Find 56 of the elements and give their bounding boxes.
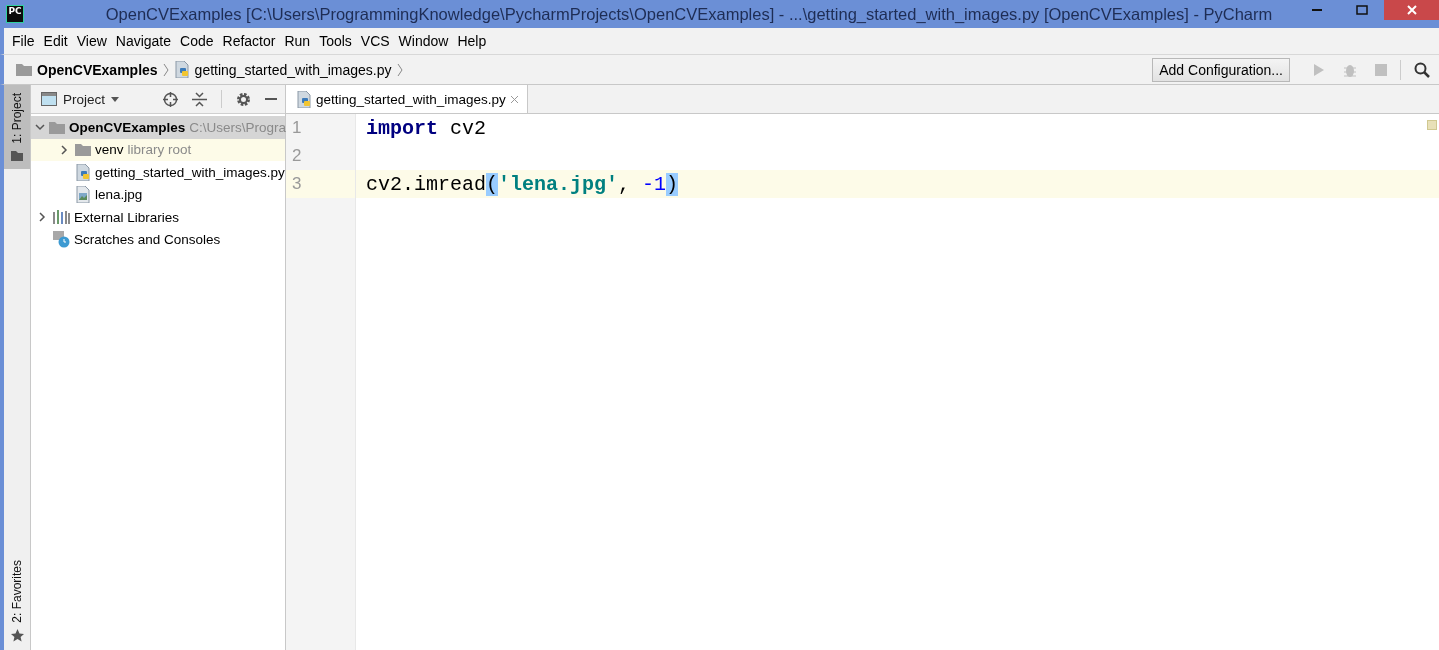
scratches-icon [53, 231, 70, 249]
menu-item[interactable]: Refactor [218, 30, 280, 52]
line-number: 3 [292, 174, 302, 194]
chevron-icon [396, 62, 403, 77]
window-title: OpenCVExamples [C:\Users\ProgrammingKnowledge\PycharmProjects\OpenCVExamples] - ...\getting_started_with_images.py [OpenCVExamples] - PyCharm [104, 4, 1274, 24]
menu-item[interactable]: Help [453, 30, 491, 52]
tree-item[interactable]: External Libraries [74, 209, 180, 225]
folder-icon [16, 63, 32, 76]
path-hint: C:\Users\Progra [189, 119, 287, 135]
tool-window-tab[interactable]: 2: Favorites [4, 552, 30, 650]
settings-icon[interactable] [236, 91, 251, 107]
folder-icon [11, 149, 23, 161]
tree-item[interactable]: Scratches and Consoles [74, 232, 221, 248]
menu-item[interactable]: Window [394, 30, 453, 52]
code-line: import cv2 [366, 116, 487, 140]
tree-item[interactable]: getting_started_with_images.py [95, 164, 285, 180]
search-icon[interactable] [1414, 61, 1430, 78]
star-icon [10, 629, 24, 642]
close-icon [1406, 5, 1417, 15]
library-icon [53, 210, 70, 225]
panel-title[interactable]: Project [63, 91, 106, 107]
menu-item[interactable]: Navigate [111, 30, 176, 52]
menu-item[interactable]: View [72, 30, 111, 52]
inspection-marker [1427, 120, 1437, 130]
breadcrumb[interactable]: getting_started_with_images.py [194, 61, 392, 78]
menu-item[interactable]: Tools [315, 30, 356, 52]
folder-icon [49, 120, 65, 134]
close-icon[interactable] [509, 94, 519, 104]
menu-item[interactable]: File [8, 30, 39, 52]
python-file-icon [296, 90, 312, 108]
maximize-icon [1355, 5, 1368, 15]
chevron-icon [162, 62, 169, 77]
tree-item[interactable]: lena.jpg [95, 187, 143, 203]
breadcrumb[interactable]: OpenCVExamples [37, 61, 158, 78]
path-hint: library root [127, 142, 192, 158]
menu-item[interactable]: Edit [39, 30, 72, 52]
line-number: 1 [292, 118, 302, 138]
python-file-icon [173, 61, 190, 78]
image-file-icon [75, 186, 91, 204]
menu-item[interactable]: VCS [356, 30, 394, 52]
app-logo: PC [6, 5, 24, 23]
tree-item[interactable]: venv [95, 142, 124, 158]
folder-icon [75, 143, 91, 157]
line-number: 2 [292, 146, 302, 166]
menu-item[interactable]: Code [176, 30, 218, 52]
dropdown-icon[interactable] [111, 96, 120, 102]
project-view-icon [41, 92, 57, 106]
add-configuration-button[interactable]: Add Configuration... [1152, 57, 1290, 82]
menu-item[interactable]: Run [280, 30, 315, 52]
collapse-all-icon[interactable] [192, 91, 207, 107]
code-line: cv2.imread('lena.jpg', -1) [366, 172, 679, 196]
tool-window-tab[interactable]: 1: Project [4, 85, 30, 169]
python-file-icon [75, 163, 91, 181]
close-button[interactable] [1384, 0, 1439, 20]
minimize-icon [1311, 9, 1322, 11]
locate-icon[interactable] [163, 91, 178, 107]
